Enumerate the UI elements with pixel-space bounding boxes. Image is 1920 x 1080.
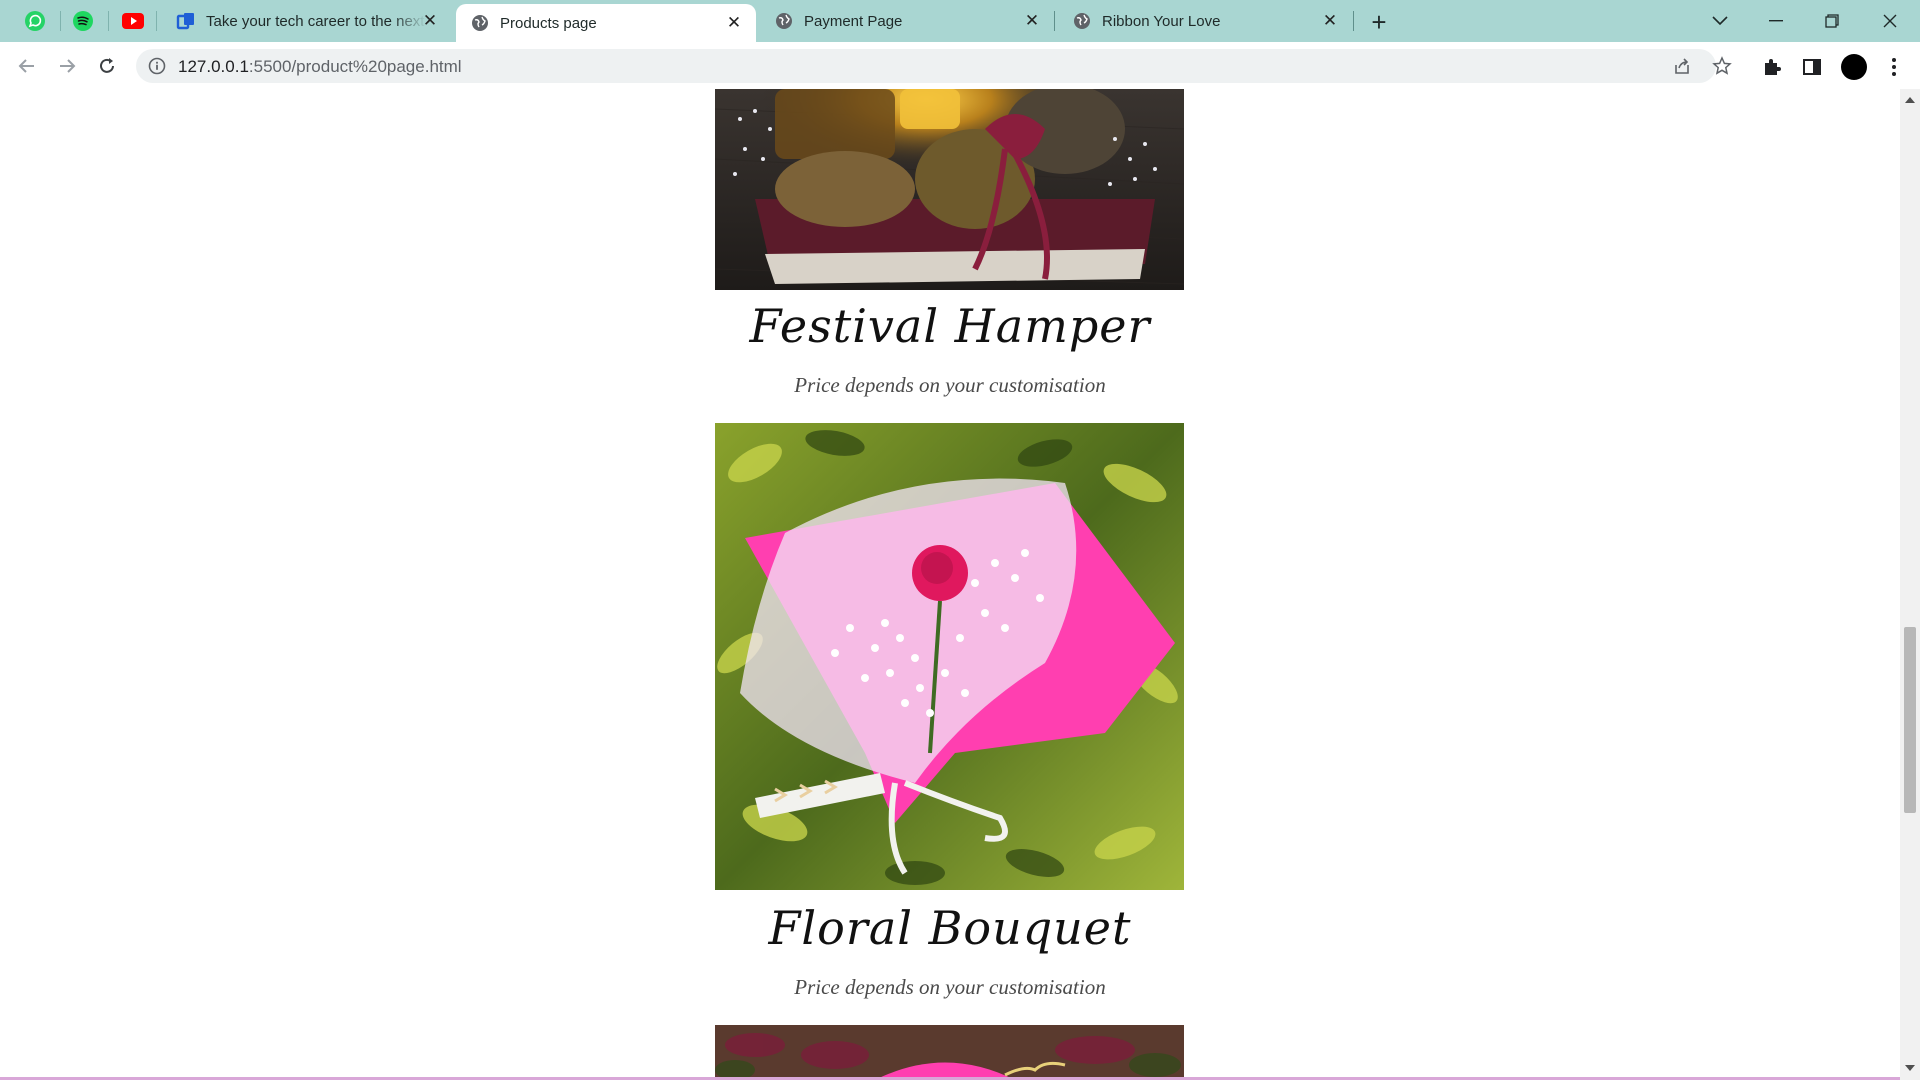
close-icon[interactable]: ✕ [1022,11,1042,31]
product-price: Price depends on your customisation [794,373,1106,397]
tab-products[interactable]: Products page ✕ [456,4,756,42]
close-icon[interactable]: ✕ [1320,11,1340,31]
coursera-icon [176,11,196,31]
whatsapp-icon[interactable] [22,8,48,34]
tab-coursera[interactable]: Take your tech career to the next level … [162,0,452,42]
scrollbar-thumb[interactable] [1904,627,1916,813]
tab-strip: Take your tech career to the next level … [0,0,1920,42]
globe-icon [1072,11,1092,31]
product-title: Festival Hamper [749,299,1151,353]
close-icon[interactable]: ✕ [420,11,440,31]
forward-button[interactable] [52,51,82,81]
site-info-icon[interactable] [148,57,166,75]
close-icon[interactable]: ✕ [724,13,744,33]
address-bar[interactable]: 127.0.0.1:5500/product%20page.html [136,49,1732,83]
bookmark-star-icon[interactable] [1711,55,1733,77]
youtube-icon[interactable] [120,8,146,34]
scroll-down-arrow[interactable] [1905,1065,1915,1071]
tab-payment[interactable]: Payment Page ✕ [760,0,1054,42]
url-host: 127.0.0.1 [178,57,249,76]
url-path: :5500/product%20page.html [248,57,462,76]
festival-hamper-image [714,89,1185,290]
tab-title: Payment Page [804,12,903,30]
minimize-button[interactable] [1748,0,1804,42]
side-panel-icon[interactable] [1800,55,1824,79]
new-tab-button[interactable]: + [1365,7,1393,37]
spotify-icon[interactable] [70,8,96,34]
tab-search-button[interactable] [1692,0,1748,42]
next-product-image [715,1025,1184,1080]
reload-button[interactable] [92,51,122,81]
browser-toolbar: 127.0.0.1:5500/product%20page.html [0,42,1920,90]
product-price: Price depends on your customisation [794,975,1106,999]
close-window-button[interactable] [1862,0,1918,42]
tab-title: Ribbon Your Love [1102,12,1221,30]
floral-bouquet-image [715,423,1184,890]
product-title: Floral Bouquet [768,901,1132,955]
extensions-puzzle-icon[interactable] [1760,55,1784,79]
kebab-menu-icon[interactable] [1882,55,1906,79]
tab-title: Take your tech career to the next level [206,12,426,30]
tab-ribbon[interactable]: Ribbon Your Love ✕ [1058,0,1352,42]
globe-icon [774,11,794,31]
vertical-scrollbar[interactable] [1900,89,1920,1080]
profile-avatar[interactable] [1840,53,1868,81]
page-content: Festival Hamper Price depends on your cu… [0,89,1900,1080]
tab-title: Products page [500,14,597,32]
restore-button[interactable] [1804,0,1860,42]
share-icon[interactable] [1671,55,1693,77]
scroll-up-arrow[interactable] [1905,97,1915,103]
back-button[interactable] [12,51,42,81]
globe-icon [470,13,490,33]
url-text[interactable]: 127.0.0.1:5500/product%20page.html [178,57,462,77]
